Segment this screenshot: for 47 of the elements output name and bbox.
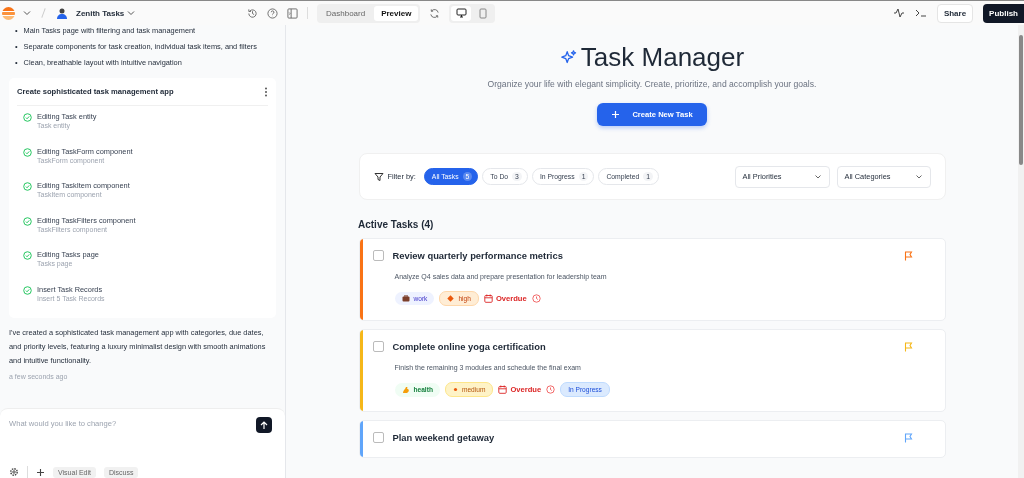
- help-icon[interactable]: [267, 7, 278, 19]
- sidebar-toggle-icon[interactable]: [287, 7, 298, 19]
- monitor-icon[interactable]: [455, 8, 467, 18]
- more-options-icon[interactable]: [264, 86, 268, 97]
- chevron-down-icon[interactable]: [813, 172, 822, 181]
- project-menu-button[interactable]: Zenith Tasks: [76, 8, 136, 18]
- scrollbar[interactable]: [1018, 25, 1024, 478]
- app-title: Task Manager: [580, 42, 745, 73]
- publish-button[interactable]: Publish: [983, 3, 1024, 23]
- task-checkbox[interactable]: [372, 250, 384, 261]
- task-checkbox[interactable]: [372, 341, 384, 352]
- calendar-icon: [498, 385, 508, 394]
- send-button[interactable]: [256, 417, 272, 433]
- flag-icon[interactable]: [903, 250, 913, 261]
- chevron-down-icon[interactable]: [23, 9, 31, 17]
- flag-icon[interactable]: [903, 341, 913, 352]
- terminal-icon[interactable]: [914, 8, 927, 18]
- task-title: Complete online yoga certification: [392, 341, 547, 352]
- chevron-down-icon[interactable]: [127, 9, 136, 17]
- history-icon[interactable]: [247, 7, 258, 19]
- app-subtitle: Organize your life with elegant simplicity. Create, prioritize, and accomplish your goals.: [487, 79, 817, 89]
- refresh-icon[interactable]: [429, 7, 441, 19]
- view-tab[interactable]: Preview: [374, 5, 419, 21]
- flexed-arm-icon: [401, 385, 410, 394]
- task-title: Review quarterly performance metrics: [392, 250, 564, 261]
- diamond-icon: [447, 295, 455, 302]
- section-title: Active Tasks (4): [358, 219, 434, 230]
- calendar-icon: [483, 294, 493, 303]
- project-avatar-icon: [56, 7, 68, 19]
- clock-icon: [531, 294, 541, 303]
- plus-icon[interactable]: [36, 467, 45, 477]
- task-title: Plan weekend getaway: [392, 432, 496, 443]
- arrow-up-icon[interactable]: [260, 420, 268, 430]
- settings-icon[interactable]: [9, 467, 19, 477]
- clock-icon: [546, 385, 556, 394]
- share-button[interactable]: Share: [936, 3, 974, 23]
- activity-icon[interactable]: [892, 8, 905, 18]
- dot-icon: [452, 387, 458, 392]
- flag-icon[interactable]: [903, 432, 913, 443]
- view-tab[interactable]: Dashboard: [319, 5, 373, 21]
- briefcase-icon: [401, 295, 410, 302]
- chevron-down-icon[interactable]: [914, 172, 923, 181]
- filter-icon: [373, 171, 384, 182]
- phone-icon[interactable]: [479, 7, 488, 19]
- task-checkbox[interactable]: [372, 432, 384, 443]
- logo-icon[interactable]: [2, 6, 15, 20]
- desktop-view-button[interactable]: [451, 5, 472, 21]
